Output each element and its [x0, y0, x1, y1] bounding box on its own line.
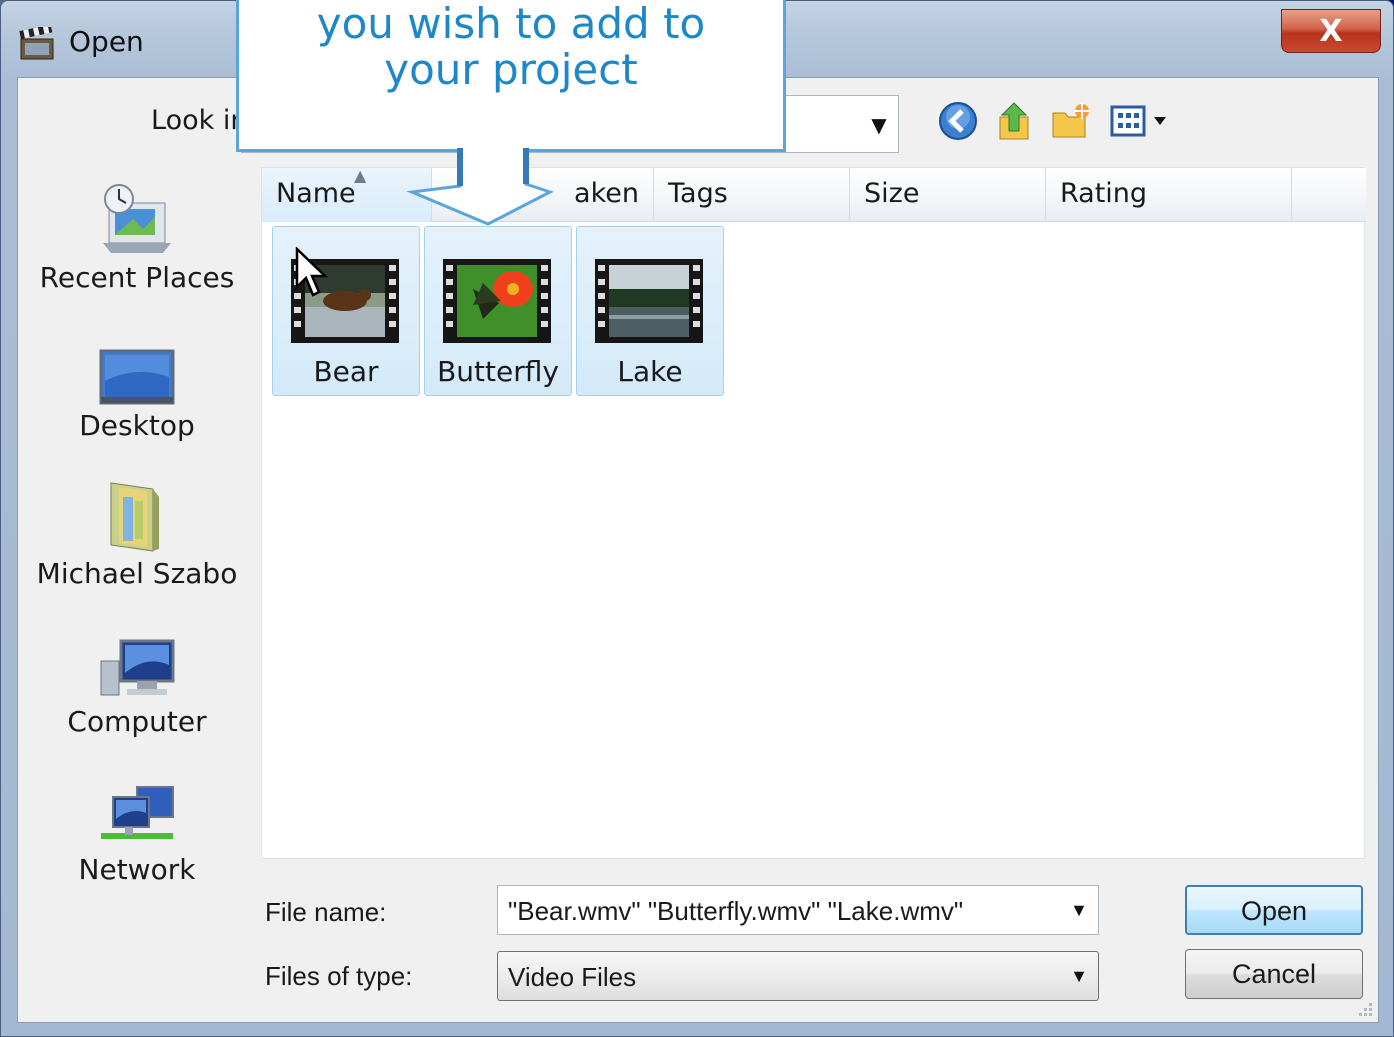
files-of-type-select[interactable]: Video Files ▼: [497, 951, 1099, 1001]
column-rating[interactable]: Rating: [1046, 168, 1292, 222]
file-item-butterfly[interactable]: Butterfly: [424, 226, 572, 396]
column-size[interactable]: Size: [850, 168, 1046, 222]
column-tags[interactable]: Tags: [654, 168, 850, 222]
callout-line-1: you wish to add to: [316, 0, 706, 48]
place-label: Michael Szabo: [36, 557, 238, 590]
new-folder-icon: [1049, 101, 1091, 145]
video-file-icon: [443, 259, 551, 343]
place-label: Network: [78, 853, 196, 886]
resize-grip-icon[interactable]: [1355, 999, 1375, 1019]
callout-pointer: [400, 148, 570, 230]
desktop-icon: [97, 329, 177, 405]
file-name-input[interactable]: "Bear.wmv" "Butterfly.wmv" "Lake.wmv" ▼: [497, 885, 1099, 935]
views-button[interactable]: [1105, 99, 1175, 147]
back-button[interactable]: [935, 99, 981, 147]
up-folder-button[interactable]: [991, 99, 1037, 147]
callout-line-2: your project: [384, 45, 638, 94]
places-bar: Recent Places Desktop Michael Szabo Comp…: [27, 167, 247, 993]
place-label: Desktop: [79, 409, 195, 442]
views-menu-icon: [1108, 103, 1172, 143]
movie-maker-icon: [19, 24, 55, 61]
file-name-label: File name:: [265, 897, 387, 927]
open-button[interactable]: Open: [1185, 885, 1363, 935]
place-recent-places[interactable]: Recent Places: [27, 167, 247, 307]
up-folder-icon: [994, 99, 1034, 147]
place-label: Recent Places: [39, 261, 235, 294]
user-folder-icon: [97, 477, 177, 553]
chevron-down-icon[interactable]: ▼: [1070, 966, 1088, 987]
sort-ascending-icon: ▲: [354, 166, 367, 185]
place-michael-szabo[interactable]: Michael Szabo: [27, 463, 247, 603]
open-dialog: Open X Look in: ▼ Recent Places Desktop …: [0, 0, 1394, 1037]
window-title: Open: [69, 25, 144, 58]
file-label: Lake: [617, 355, 683, 388]
files-of-type-value: Video Files: [508, 962, 637, 992]
place-network[interactable]: Network: [27, 759, 247, 899]
place-desktop[interactable]: Desktop: [27, 315, 247, 455]
close-button[interactable]: X: [1281, 9, 1381, 53]
file-name-value: "Bear.wmv" "Butterfly.wmv" "Lake.wmv": [508, 896, 964, 926]
place-computer[interactable]: Computer: [27, 611, 247, 751]
network-icon: [97, 773, 177, 849]
recent-places-icon: [97, 181, 177, 257]
place-label: Computer: [67, 705, 207, 738]
chevron-down-icon[interactable]: ▼: [1070, 900, 1088, 921]
video-file-icon: [595, 259, 703, 343]
mouse-pointer-icon: [295, 246, 329, 299]
chevron-down-icon[interactable]: ▼: [867, 113, 891, 137]
computer-icon: [97, 625, 177, 701]
back-arrow-icon: [938, 101, 978, 145]
file-item-lake[interactable]: Lake: [576, 226, 724, 396]
file-list[interactable]: Name ▲ aken Tags Size Rating Bear Butter…: [261, 166, 1366, 859]
file-label: Butterfly: [437, 355, 559, 388]
files-of-type-label: Files of type:: [265, 961, 413, 991]
file-label: Bear: [313, 355, 379, 388]
tutorial-callout: you wish to add to your project: [236, 0, 786, 152]
new-folder-button[interactable]: [1047, 99, 1093, 147]
cancel-button[interactable]: Cancel: [1185, 949, 1363, 999]
